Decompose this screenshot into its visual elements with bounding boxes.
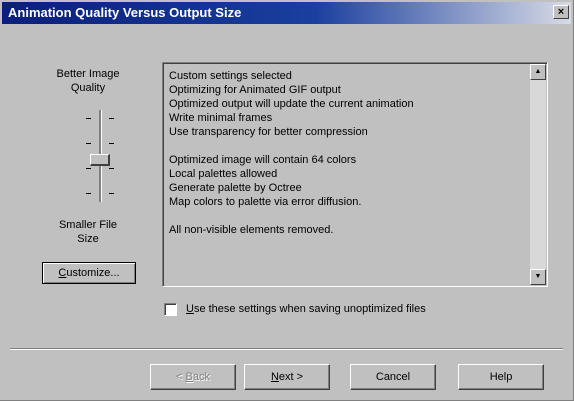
quality-size-slider[interactable] bbox=[76, 110, 126, 206]
title-bar: Animation Quality Versus Output Size × bbox=[2, 2, 571, 24]
summary-spacer bbox=[169, 209, 525, 223]
summary-line: Optimizing for Animated GIF output bbox=[169, 84, 341, 96]
customize-button[interactable]: Customize... bbox=[42, 262, 136, 284]
summary-line: Custom settings selected bbox=[169, 70, 292, 82]
quality-label: Better Image Quality bbox=[48, 67, 128, 95]
summary-line: Optimized output will update the current… bbox=[169, 98, 414, 110]
settings-summary-text: Custom settings selected Optimizing for A… bbox=[169, 69, 525, 237]
summary-line: Map colors to palette via error diffusio… bbox=[169, 196, 362, 208]
next-mnemonic: N bbox=[270, 371, 279, 383]
size-label-line2: Size bbox=[77, 233, 99, 245]
next-label: ext > bbox=[278, 371, 304, 383]
slider-tick bbox=[86, 143, 91, 144]
slider-tick bbox=[86, 168, 91, 169]
window-title: Animation Quality Versus Output Size bbox=[8, 5, 242, 20]
slider-tick bbox=[109, 193, 114, 194]
slider-tick bbox=[86, 118, 91, 119]
summary-line: Generate palette by Octree bbox=[169, 182, 302, 194]
scroll-down-icon[interactable]: ▼ bbox=[530, 269, 546, 285]
help-button[interactable]: Help bbox=[458, 364, 544, 390]
customize-label: ustomize... bbox=[66, 267, 120, 279]
back-label: ack bbox=[192, 371, 210, 383]
slider-tick bbox=[109, 168, 114, 169]
use-settings-label: Use these settings when saving unoptimiz… bbox=[186, 303, 426, 315]
use-settings-checkbox[interactable] bbox=[164, 303, 177, 316]
cancel-button[interactable]: Cancel bbox=[350, 364, 436, 390]
summary-spacer bbox=[169, 139, 525, 153]
slider-tick bbox=[86, 193, 91, 194]
summary-line: All non-visible elements removed. bbox=[169, 224, 334, 236]
quality-label-line1: Better Image bbox=[56, 68, 120, 80]
dialog-window: Animation Quality Versus Output Size × B… bbox=[0, 0, 574, 401]
slider-thumb[interactable] bbox=[90, 154, 110, 166]
use-settings-label-text: se these settings when saving unoptimize… bbox=[193, 303, 426, 315]
summary-line: Write minimal frames bbox=[169, 112, 273, 124]
size-label: Smaller File Size bbox=[48, 218, 128, 246]
button-separator bbox=[10, 348, 563, 350]
next-button[interactable]: Next > bbox=[244, 364, 330, 390]
slider-tick bbox=[109, 143, 114, 144]
scroll-up-icon[interactable]: ▲ bbox=[530, 64, 546, 80]
settings-summary-box[interactable]: Custom settings selected Optimizing for A… bbox=[162, 62, 548, 287]
summary-line: Optimized image will contain 64 colors bbox=[169, 154, 357, 166]
back-prefix: < bbox=[176, 371, 186, 383]
size-label-line1: Smaller File bbox=[58, 219, 118, 231]
back-mnemonic: B bbox=[185, 371, 193, 383]
use-settings-mnemonic: U bbox=[186, 303, 194, 315]
quality-label-line2: Quality bbox=[70, 82, 106, 94]
summary-line: Local palettes allowed bbox=[169, 168, 278, 180]
slider-tick bbox=[109, 118, 114, 119]
close-button[interactable]: × bbox=[553, 5, 569, 19]
close-icon: × bbox=[557, 6, 565, 18]
summary-line: Use transparency for better compression bbox=[169, 126, 368, 138]
back-button[interactable]: < Back bbox=[150, 364, 236, 390]
summary-scrollbar[interactable]: ▲ ▼ bbox=[530, 64, 546, 285]
